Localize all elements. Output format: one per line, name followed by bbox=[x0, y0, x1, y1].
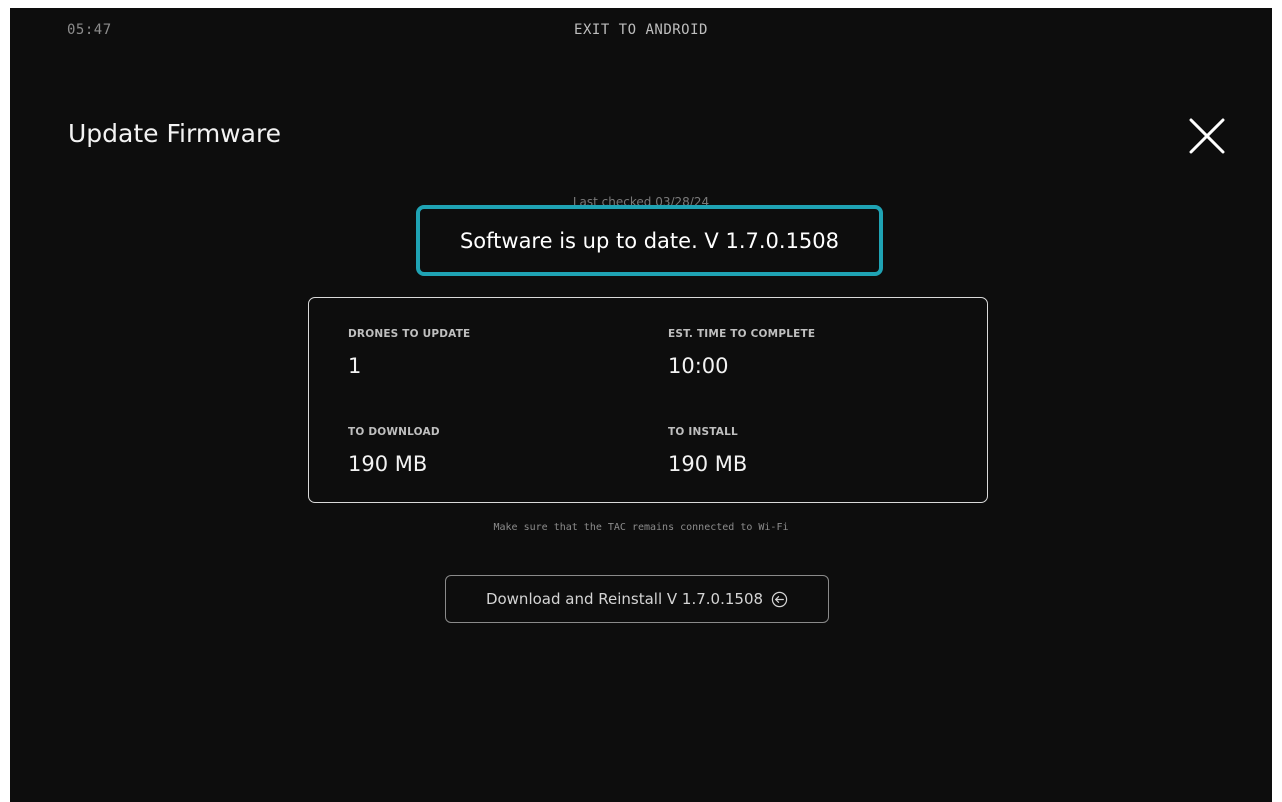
to-download-item: TO DOWNLOAD 190 MB bbox=[348, 426, 440, 476]
close-icon bbox=[1189, 118, 1225, 154]
exit-to-android-button[interactable]: EXIT TO ANDROID bbox=[10, 22, 1272, 38]
update-status-message: Software is up to date. V 1.7.0.1508 bbox=[459, 228, 840, 253]
firmware-screen: 05:47 EXIT TO ANDROID Update Firmware La… bbox=[10, 8, 1272, 802]
circle-arrow-left-icon bbox=[771, 591, 788, 607]
est-time-value: 10:00 bbox=[668, 354, 729, 378]
download-reinstall-label: Download and Reinstall V 1.7.0.1508 bbox=[485, 590, 764, 608]
to-install-value: 190 MB bbox=[668, 452, 748, 476]
drones-to-update-item: DRONES TO UPDATE 1 bbox=[348, 328, 470, 378]
wifi-note: Make sure that the TAC remains connected… bbox=[493, 522, 789, 533]
page-title: Update Firmware bbox=[68, 119, 282, 148]
est-time-item: EST. TIME TO COMPLETE 10:00 bbox=[668, 328, 815, 378]
close-button[interactable] bbox=[1183, 112, 1235, 164]
to-download-value: 190 MB bbox=[348, 452, 428, 476]
drones-to-update-label: DRONES TO UPDATE bbox=[348, 328, 471, 340]
to-download-label: TO DOWNLOAD bbox=[348, 426, 440, 438]
to-install-label: TO INSTALL bbox=[668, 426, 738, 438]
download-reinstall-button[interactable]: Download and Reinstall V 1.7.0.1508 bbox=[445, 575, 829, 623]
update-status-box: Software is up to date. V 1.7.0.1508 bbox=[416, 205, 883, 276]
update-info-card: DRONES TO UPDATE 1 EST. TIME TO COMPLETE… bbox=[308, 297, 988, 503]
drones-to-update-value: 1 bbox=[348, 354, 362, 378]
est-time-label: EST. TIME TO COMPLETE bbox=[668, 328, 816, 340]
to-install-item: TO INSTALL 190 MB bbox=[668, 426, 747, 476]
